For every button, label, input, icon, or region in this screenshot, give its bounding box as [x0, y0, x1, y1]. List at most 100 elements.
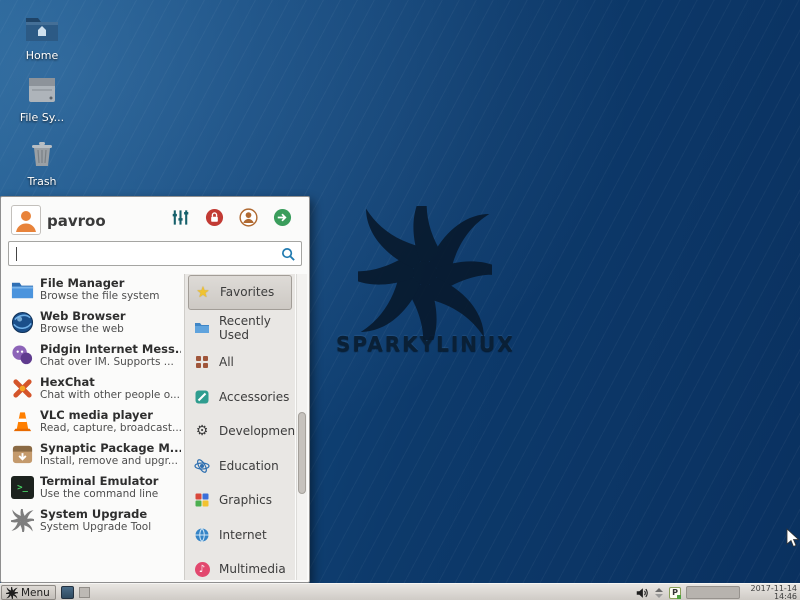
- category-label: Favorites: [220, 285, 274, 299]
- notification-icon[interactable]: [654, 587, 664, 599]
- category-label: Internet: [219, 528, 267, 542]
- app-description: Read, capture, broadcast...: [40, 422, 181, 435]
- trash-icon: [25, 140, 59, 168]
- app-name: Pidgin Internet Mess...: [40, 342, 181, 356]
- category-education[interactable]: Education: [185, 449, 295, 484]
- recently-used-icon: [194, 320, 210, 336]
- search-icon: [281, 247, 296, 262]
- category-scrollbar[interactable]: [296, 274, 307, 580]
- clock[interactable]: 2017-11-14 14:46: [745, 585, 797, 600]
- app-name: Synaptic Package M...: [40, 441, 181, 455]
- clock-time: 14:46: [745, 593, 797, 600]
- desktop-icon-label: Trash: [10, 175, 74, 188]
- terminal-icon: >_: [11, 476, 34, 499]
- app-item-system-upgrade[interactable]: System Upgrade System Upgrade Tool: [3, 505, 183, 538]
- hexchat-icon: [11, 377, 34, 400]
- app-description: Chat with other people o...: [40, 389, 181, 402]
- app-item-synaptic[interactable]: Synaptic Package M... Install, remove an…: [3, 439, 183, 472]
- menu-button[interactable]: Menu: [1, 585, 56, 600]
- terminal-prompt-glyph: >_: [17, 483, 28, 493]
- search-box: [8, 241, 302, 266]
- desktop: SPARKYLINUX Home File Sy... Trash pavroo: [0, 0, 800, 600]
- app-description: Use the command line: [40, 488, 181, 501]
- app-description: Chat over IM. Supports ...: [40, 356, 181, 369]
- pidgin-icon: [11, 344, 34, 367]
- gear-icon: ⚙: [194, 423, 210, 439]
- category-label: Accessories: [219, 390, 289, 404]
- file-manager-icon: [11, 278, 34, 301]
- desktop-icon-trash[interactable]: Trash: [10, 140, 74, 188]
- app-description: Browse the web: [40, 323, 181, 336]
- scrollbar-thumb[interactable]: [298, 412, 306, 495]
- graphics-icon: [194, 492, 210, 508]
- category-development[interactable]: ⚙ Development: [185, 414, 295, 449]
- category-all[interactable]: All: [185, 345, 295, 380]
- category-label: All: [219, 355, 234, 369]
- category-label: Multimedia: [219, 562, 286, 576]
- search-input[interactable]: [9, 242, 301, 265]
- desktop-icon-filesystem[interactable]: File Sy...: [10, 76, 74, 124]
- category-internet[interactable]: Internet: [185, 518, 295, 553]
- category-multimedia[interactable]: ♪ Multimedia: [185, 552, 295, 580]
- wallpaper-logo: SPARKYLINUX: [336, 206, 514, 356]
- app-description: Install, remove and upgr...: [40, 455, 181, 468]
- app-description: Browse the file system: [40, 290, 181, 303]
- taskbar-plugin-icon[interactable]: [61, 586, 74, 599]
- note-glyph: ♪: [199, 564, 205, 575]
- app-item-terminal[interactable]: >_ Terminal Emulator Use the command lin…: [3, 472, 183, 505]
- menu-button-label: Menu: [21, 587, 50, 599]
- all-apps-icon: [194, 354, 210, 370]
- category-graphics[interactable]: Graphics: [185, 483, 295, 518]
- app-name: HexChat: [40, 375, 181, 389]
- desktop-icon-label: File Sy...: [10, 111, 74, 124]
- username: pavroo: [47, 212, 106, 230]
- sparky-swirl-logo: [358, 206, 492, 340]
- app-item-pidgin[interactable]: Pidgin Internet Mess... Chat over IM. Su…: [3, 340, 183, 373]
- multimedia-icon: ♪: [194, 561, 210, 577]
- settings-icon[interactable]: [171, 208, 190, 227]
- app-item-hexchat[interactable]: HexChat Chat with other people o...: [3, 373, 183, 406]
- category-label: Graphics: [219, 493, 272, 507]
- category-label: Development: [219, 424, 295, 438]
- star-icon: ★: [195, 284, 211, 300]
- mouse-cursor: [786, 528, 800, 549]
- workspace-pager[interactable]: [79, 587, 90, 598]
- category-recently-used[interactable]: Recently Used: [185, 311, 295, 346]
- lock-screen-icon[interactable]: [205, 208, 224, 227]
- desktop-icon-label: Home: [10, 49, 74, 62]
- category-favorites[interactable]: ★ Favorites: [188, 275, 292, 310]
- panel-monitor-widget[interactable]: [686, 586, 740, 599]
- system-tray: P 2017-11-14 14:46: [635, 584, 797, 600]
- system-upgrade-icon: [11, 509, 34, 532]
- drive-icon: [25, 76, 59, 104]
- clipboard-manager-icon[interactable]: P: [669, 587, 681, 599]
- desktop-icon-home[interactable]: Home: [10, 14, 74, 62]
- app-description: System Upgrade Tool: [40, 521, 181, 534]
- logout-icon[interactable]: [273, 208, 292, 227]
- text-caret: [16, 247, 17, 261]
- app-name: VLC media player: [40, 408, 181, 422]
- whisker-menu: pavroo: [0, 196, 310, 583]
- menu-swirl-icon: [6, 587, 18, 599]
- user-avatar[interactable]: [11, 205, 41, 235]
- globe-icon: [194, 527, 210, 543]
- category-label: Recently Used: [219, 314, 295, 342]
- switch-user-icon[interactable]: [239, 208, 258, 227]
- volume-icon[interactable]: [635, 586, 649, 600]
- app-item-vlc[interactable]: VLC media player Read, capture, broadcas…: [3, 406, 183, 439]
- app-item-file-manager[interactable]: File Manager Browse the file system: [3, 274, 183, 307]
- app-name: System Upgrade: [40, 507, 181, 521]
- category-panel: ★ Favorites Recently Used All: [184, 274, 295, 580]
- category-accessories[interactable]: Accessories: [185, 380, 295, 415]
- accessories-icon: [194, 389, 210, 405]
- app-name: File Manager: [40, 276, 181, 290]
- web-browser-icon: [11, 311, 34, 334]
- clipboard-label: P: [672, 588, 678, 597]
- app-name: Terminal Emulator: [40, 474, 181, 488]
- app-name: Web Browser: [40, 309, 181, 323]
- app-item-web-browser[interactable]: Web Browser Browse the web: [3, 307, 183, 340]
- atom-icon: [194, 458, 210, 474]
- taskbar: Menu P 2017-11-14 14:46: [0, 583, 800, 600]
- synaptic-icon: [11, 443, 34, 466]
- vlc-icon: [11, 410, 34, 433]
